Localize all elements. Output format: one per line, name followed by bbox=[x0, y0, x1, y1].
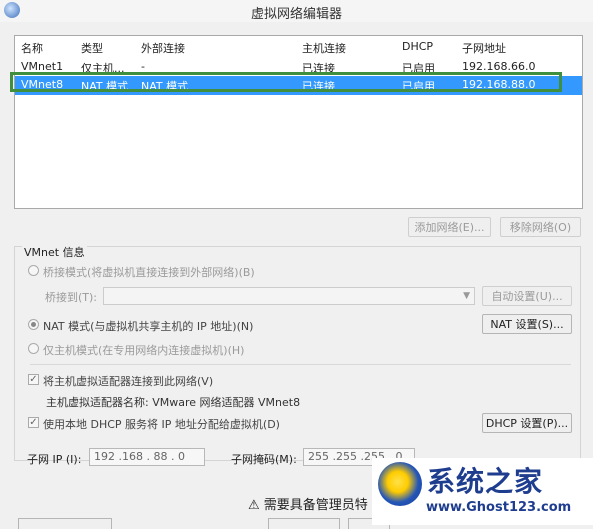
subnet-ip-label: 子网 IP (I): bbox=[27, 453, 82, 466]
remove-network-button[interactable]: 移除网络(O) bbox=[500, 217, 581, 237]
watermark: 系统之家 www.Ghost123.com bbox=[372, 458, 593, 525]
col-type[interactable]: 类型 bbox=[81, 40, 103, 56]
bridge-to-select[interactable]: ▼ bbox=[103, 287, 475, 305]
window-title: 虚拟网络编辑器 bbox=[250, 7, 342, 22]
list-header: 名称 类型 外部连接 主机连接 DHCP 子网地址 bbox=[15, 38, 582, 56]
nat-settings-button[interactable]: NAT 设置(S)... bbox=[482, 314, 572, 334]
watermark-url: www.Ghost123.com bbox=[426, 500, 572, 515]
divider bbox=[30, 364, 571, 365]
host-only-radio-label[interactable]: 仅主机模式(在专用网络内连接虚拟机)(H) bbox=[43, 342, 244, 358]
col-name[interactable]: 名称 bbox=[21, 40, 43, 56]
connect-adapter-label[interactable]: 将主机虚拟适配器连接到此网络(V) bbox=[43, 373, 213, 389]
admin-warning: ⚠ 需要具备管理员特 bbox=[248, 494, 368, 513]
watermark-title: 系统之家 bbox=[427, 465, 544, 498]
subnet-mask-label: 子网掩码(M): bbox=[231, 453, 297, 466]
site-logo-icon bbox=[378, 462, 422, 506]
bridge-radio-label[interactable]: 桥接模式(将虚拟机直接连接到外部网络)(B) bbox=[43, 264, 255, 280]
nat-radio-label[interactable]: NAT 模式(与虚拟机共享主机的 IP 地址)(N) bbox=[43, 318, 253, 334]
highlight-box bbox=[10, 72, 562, 92]
adapter-name-text: 主机虚拟适配器名称: VMware 网络适配器 VMnet8 bbox=[46, 396, 301, 409]
dhcp-checkbox[interactable]: ✓ bbox=[28, 417, 39, 428]
dhcp-settings-button[interactable]: DHCP 设置(P)... bbox=[482, 413, 572, 433]
col-external[interactable]: 外部连接 bbox=[141, 40, 185, 56]
col-dhcp[interactable]: DHCP bbox=[402, 40, 433, 53]
restore-defaults-button[interactable] bbox=[18, 518, 112, 529]
group-label: VMnet 信息 bbox=[22, 244, 87, 260]
network-list[interactable]: 名称 类型 外部连接 主机连接 DHCP 子网地址 VMnet1 仅主机... … bbox=[14, 35, 583, 209]
col-host[interactable]: 主机连接 bbox=[302, 40, 346, 56]
add-network-button[interactable]: 添加网络(E)... bbox=[408, 217, 491, 237]
dhcp-label[interactable]: 使用本地 DHCP 服务将 IP 地址分配给虚拟机(D) bbox=[43, 416, 280, 432]
admin-warning-text: 需要具备管理员特 bbox=[263, 498, 368, 513]
host-only-radio[interactable] bbox=[28, 343, 39, 354]
bridge-radio[interactable] bbox=[28, 265, 39, 276]
nat-radio[interactable] bbox=[28, 319, 39, 330]
ok-button[interactable] bbox=[268, 518, 340, 529]
bridge-to-label: 桥接到(T): bbox=[45, 291, 98, 304]
chevron-down-icon: ▼ bbox=[463, 291, 470, 301]
auto-settings-button[interactable]: 自动设置(U)... bbox=[482, 286, 572, 306]
connect-adapter-checkbox[interactable]: ✓ bbox=[28, 374, 39, 385]
warning-icon: ⚠ bbox=[248, 498, 260, 513]
title-bar: 虚拟网络编辑器 bbox=[0, 0, 593, 22]
col-subnet[interactable]: 子网地址 bbox=[462, 40, 506, 56]
subnet-ip-input[interactable]: 192 .168 . 88 . 0 bbox=[89, 448, 205, 466]
